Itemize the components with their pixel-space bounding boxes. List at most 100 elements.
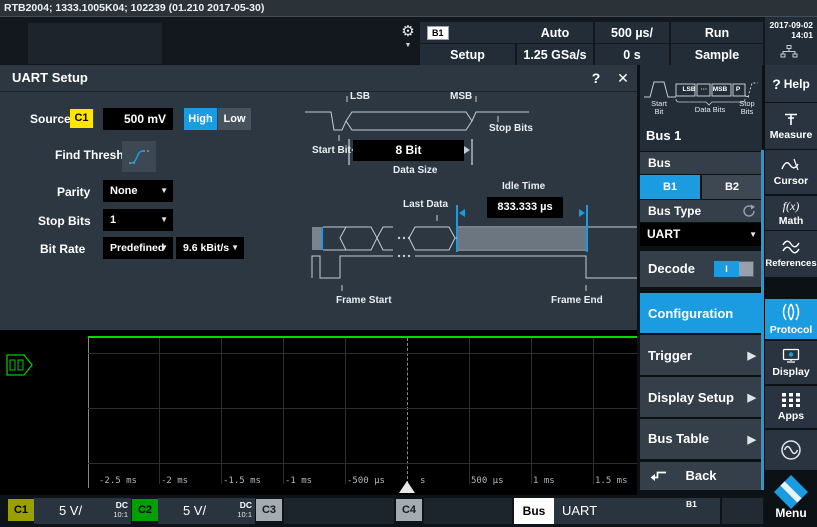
- gridline: [88, 463, 637, 464]
- apps-button[interactable]: Apps: [765, 386, 817, 428]
- threshold-icon: [127, 148, 151, 166]
- run-state-cell[interactable]: Run: [671, 22, 763, 43]
- menu-item-label: Trigger: [648, 348, 692, 363]
- idle-time-label: Idle Time: [502, 181, 545, 192]
- sample-rate-cell[interactable]: 1.25 GSa/s: [517, 44, 593, 65]
- polarity-high-button[interactable]: High: [184, 108, 217, 130]
- decode-row: Decode I: [640, 251, 762, 287]
- tab-bus-b2[interactable]: B2: [702, 175, 762, 199]
- bottom-bar-spacer: [722, 498, 763, 524]
- references-label: References: [765, 258, 816, 269]
- source-channel-button[interactable]: C1: [70, 109, 93, 128]
- channel3-badge[interactable]: C3: [256, 499, 282, 521]
- measure-icon: [783, 112, 799, 126]
- bus-name-label: Bus 1: [646, 128, 681, 143]
- references-button[interactable]: References: [765, 231, 817, 277]
- help-button[interactable]: ? Help: [765, 65, 817, 102]
- axis-tick-label: -1 ms: [285, 476, 312, 486]
- bus-section-label: Bus: [640, 152, 762, 174]
- network-icon: [780, 45, 798, 58]
- axis-tick-label: 500 µs: [471, 476, 504, 486]
- question-mark-icon: ?: [772, 76, 781, 92]
- timebase-cell[interactable]: 500 µs/: [595, 22, 669, 43]
- apps-label: Apps: [778, 410, 804, 422]
- stop-bits-dropdown[interactable]: 1 ▼: [103, 209, 173, 231]
- settings-gear-button[interactable]: ⚙ ▼: [396, 21, 420, 61]
- menu-item-label: Display Setup: [648, 390, 734, 405]
- bus-thumbnail-panel: LSB ··· MSB P Start Bit Data Bits Stop B…: [640, 65, 762, 151]
- trigger-source-cell[interactable]: B1: [420, 22, 522, 43]
- bit-rate-mode-value: Predefined: [110, 242, 164, 254]
- time-text: 14:01: [765, 30, 813, 40]
- data-size-field[interactable]: 8 Bit: [353, 140, 464, 161]
- find-threshold-button[interactable]: [122, 141, 156, 172]
- cursor-button[interactable]: Cursor: [765, 150, 817, 194]
- bus-menu-sidebar: LSB ··· MSB P Start Bit Data Bits Stop B…: [640, 65, 762, 527]
- back-button[interactable]: Back: [640, 462, 762, 490]
- axis-tick-label: 1.5 ms: [595, 476, 628, 486]
- polarity-low-button[interactable]: Low: [218, 108, 251, 130]
- tab-bus-b1[interactable]: B1: [640, 175, 700, 199]
- channel4-cell[interactable]: [424, 498, 512, 524]
- hard-key-icon-column: ? Help Measure Cursor f(x) Math Referenc…: [765, 65, 817, 527]
- device-info-text: RTB2004; 1333.1005K04; 102239 (01.210 20…: [4, 2, 264, 14]
- chevron-down-icon: ▼: [749, 223, 757, 246]
- bus-type-text: UART: [562, 498, 597, 524]
- horizontal-position-value: 0 s: [623, 48, 640, 62]
- menu-item-configuration[interactable]: Configuration: [640, 293, 762, 333]
- source-label: Source: [30, 112, 71, 126]
- display-button[interactable]: Display: [765, 341, 817, 384]
- data-size-label: Data Size: [393, 165, 437, 176]
- bit-rate-mode-dropdown[interactable]: Predefined ▼: [103, 237, 173, 259]
- generator-button[interactable]: [765, 430, 817, 470]
- measure-label: Measure: [770, 129, 813, 141]
- stop-bits-value: 1: [110, 214, 116, 226]
- cursor-icon: [781, 158, 801, 172]
- channel2-cell[interactable]: 5 V/ DC 10:1: [158, 498, 255, 524]
- trigger-mode-cell[interactable]: Auto: [517, 22, 593, 43]
- timebase-value: 500 µs/: [611, 26, 653, 40]
- trigger-level-marker[interactable]: [6, 354, 34, 376]
- measure-button[interactable]: Measure: [765, 103, 817, 149]
- channel2-badge[interactable]: C2: [132, 499, 158, 521]
- math-button[interactable]: f(x) Math: [765, 196, 817, 230]
- top-toolbar: ⚙ ▼ B1 Auto 500 µs/ Run Setup 1.25 GSa/s…: [0, 17, 817, 65]
- axis-tick-label: -1.5 ms: [223, 476, 261, 486]
- bus-type-dropdown[interactable]: UART ▼: [640, 223, 762, 246]
- gear-icon: ⚙: [396, 21, 420, 43]
- channel1-cell[interactable]: 5 V/ DC 10:1: [34, 498, 131, 524]
- lsb-label: LSB: [350, 91, 370, 102]
- idle-time-field[interactable]: 833.333 µs: [487, 197, 563, 218]
- thumb-lsb-label: LSB: [680, 84, 698, 96]
- signal-generator-icon: [779, 438, 803, 462]
- bus-id-text: B1: [686, 499, 697, 509]
- channel1-badge[interactable]: C1: [8, 499, 34, 521]
- decode-toggle[interactable]: I: [714, 261, 754, 277]
- setup-cell[interactable]: Setup: [420, 44, 515, 65]
- trigger-position-marker[interactable]: [399, 481, 415, 493]
- thumb-parity-label: P: [732, 84, 744, 96]
- protocol-button[interactable]: Protocol: [765, 299, 817, 339]
- menu-item-bus-table[interactable]: Bus Table ▶: [640, 419, 762, 459]
- axis-tick-label: -500 µs: [347, 476, 385, 486]
- channel3-cell[interactable]: [284, 498, 394, 524]
- bus-badge[interactable]: Bus: [514, 498, 554, 524]
- menu-item-display-setup[interactable]: Display Setup ▶: [640, 377, 762, 417]
- menu-item-label: Bus Table: [648, 431, 710, 447]
- bit-rate-value-dropdown[interactable]: 9.6 kBit/s ▼: [176, 237, 244, 259]
- channel4-badge[interactable]: C4: [396, 499, 422, 521]
- acquisition-mode-cell[interactable]: Sample: [671, 44, 763, 65]
- parity-dropdown[interactable]: None ▼: [103, 180, 173, 202]
- bus-cell[interactable]: UART B1: [554, 498, 720, 524]
- menu-button[interactable]: Menu: [765, 472, 817, 527]
- menu-item-trigger[interactable]: Trigger ▶: [640, 335, 762, 375]
- references-icon: [781, 239, 801, 255]
- fx-icon: f(x): [783, 199, 800, 214]
- threshold-field[interactable]: 500 mV: [103, 108, 173, 130]
- refresh-icon[interactable]: [742, 204, 756, 218]
- bus-b1-badge: B1: [427, 26, 449, 40]
- sample-rate-value: 1.25 GSa/s: [523, 48, 586, 62]
- waveform-display[interactable]: -2.5 ms -2 ms -1.5 ms -1 ms -500 µs 500 …: [0, 330, 637, 495]
- channel2-trace[interactable]: [88, 336, 637, 338]
- horizontal-position-cell[interactable]: 0 s: [595, 44, 669, 65]
